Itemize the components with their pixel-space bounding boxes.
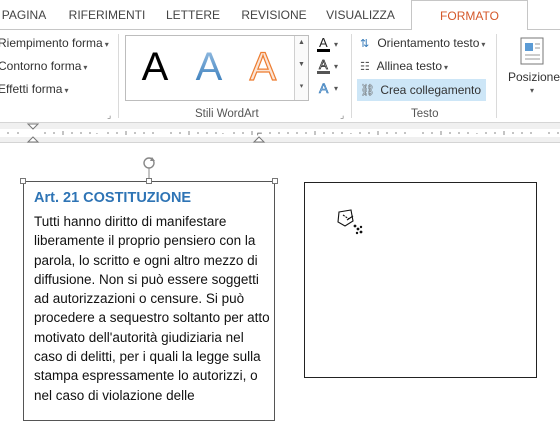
chevron-down-icon: ▾ bbox=[83, 63, 88, 72]
wordart-group-label: Stili WordArt bbox=[195, 108, 259, 120]
text-outline-icon: A ▾ bbox=[317, 57, 338, 74]
chevron-down-icon: ▾ bbox=[481, 40, 486, 49]
position-icon bbox=[520, 37, 544, 65]
svg-text:A: A bbox=[196, 45, 223, 89]
gallery-scrollbar[interactable]: ▲ ▼ ▾ bbox=[294, 36, 308, 100]
wordart-a-icon: A bbox=[142, 45, 169, 89]
svg-text:▾: ▾ bbox=[334, 84, 338, 93]
svg-text:⌐: ⌐ bbox=[257, 128, 262, 138]
svg-text:·: · bbox=[350, 129, 353, 138]
create-link-label: Crea collegamento bbox=[380, 83, 482, 97]
position-label: Posizione bbox=[508, 70, 560, 84]
group-separator bbox=[118, 34, 119, 118]
document-area[interactable]: Art. 21 COSTITUZIONE Tutti hanno diritto… bbox=[0, 143, 560, 421]
align-text-label: Allinea testo bbox=[376, 59, 443, 73]
scroll-up-icon[interactable]: ▲ bbox=[295, 39, 308, 46]
resize-handle[interactable] bbox=[146, 178, 152, 184]
wordart-a-icon: A bbox=[249, 44, 277, 89]
text-fill-icon: A ▾ bbox=[317, 35, 338, 52]
wordart-gallery[interactable]: A A A ▲ ▼ ▾ bbox=[125, 35, 309, 101]
text-box-body: Tutti hanno diritto di manifestare liber… bbox=[34, 214, 270, 403]
align-text-icon: ☷ bbox=[360, 61, 370, 73]
text-effects-button[interactable]: A ▾ bbox=[315, 79, 343, 104]
svg-text:A: A bbox=[250, 45, 277, 89]
text-group-label: Testo bbox=[411, 108, 439, 120]
shape-effects-label: Effetti forma bbox=[0, 82, 63, 96]
group-separator bbox=[496, 34, 497, 118]
align-text-button[interactable]: ☷ Allinea testo ▾ bbox=[360, 59, 448, 73]
horizontal-ruler[interactable]: · · · · ⌐ bbox=[0, 123, 560, 143]
gallery-more-icon[interactable]: ▾ bbox=[295, 82, 308, 90]
svg-text:▾: ▾ bbox=[334, 40, 338, 49]
svg-text:·: · bbox=[476, 129, 479, 138]
resize-handle[interactable] bbox=[20, 178, 26, 184]
shape-outline-label: Contorno forma bbox=[0, 59, 82, 73]
tab-pagina[interactable]: PAGINA bbox=[0, 0, 48, 29]
text-box-article[interactable]: Art. 21 COSTITUZIONE Tutti hanno diritto… bbox=[23, 181, 275, 421]
wordart-a-icon: A bbox=[196, 45, 223, 89]
link-cursor-icon bbox=[337, 209, 363, 235]
svg-text:▾: ▾ bbox=[334, 62, 338, 71]
create-link-button[interactable]: ⛓ Crea collegamento bbox=[357, 79, 486, 101]
text-box-title: Art. 21 COSTITUZIONE bbox=[34, 190, 192, 206]
shape-fill-label: Riempimento forma bbox=[0, 36, 103, 50]
svg-text:A: A bbox=[319, 80, 329, 96]
wordart-style-black[interactable]: A bbox=[140, 42, 170, 100]
text-direction-label: Orientamento testo bbox=[377, 36, 480, 50]
wordart-style-blue[interactable]: A bbox=[194, 42, 224, 100]
shape-effects-button[interactable]: Effetti forma ▾ bbox=[0, 82, 69, 96]
tab-riferimenti[interactable]: RIFERIMENTI bbox=[65, 0, 149, 29]
chevron-down-icon: ▾ bbox=[530, 86, 535, 95]
wordart-style-orange[interactable]: A bbox=[248, 42, 278, 100]
dialog-launcher-icon[interactable]: ⌟ bbox=[107, 110, 111, 121]
ruler-ticks: · · · · ⌐ bbox=[0, 123, 560, 143]
svg-text:A: A bbox=[142, 45, 169, 89]
text-box-empty[interactable] bbox=[304, 182, 537, 378]
chevron-down-icon: ▾ bbox=[104, 40, 109, 49]
text-effects-icon: A ▾ bbox=[319, 80, 338, 97]
link-icon: ⛓ bbox=[360, 83, 376, 97]
svg-text:·: · bbox=[222, 129, 225, 138]
ribbon: Riempimento forma ▾ Contorno forma ▾ Effet… bbox=[0, 29, 560, 123]
position-button[interactable]: Posizione ▾ bbox=[506, 34, 560, 104]
resize-handle[interactable] bbox=[272, 178, 278, 184]
tab-visualizza[interactable]: VISUALIZZA bbox=[323, 0, 398, 29]
scroll-down-icon[interactable]: ▼ bbox=[295, 61, 308, 68]
svg-text:·: · bbox=[96, 129, 99, 138]
tab-formato[interactable]: FORMATO bbox=[411, 0, 528, 30]
shape-fill-button[interactable]: Riempimento forma ▾ bbox=[0, 36, 109, 50]
group-separator bbox=[351, 34, 352, 118]
text-direction-icon: ⇅ bbox=[360, 38, 370, 50]
text-direction-button[interactable]: ⇅ Orientamento testo ▾ bbox=[360, 36, 485, 50]
shape-outline-button[interactable]: Contorno forma ▾ bbox=[0, 59, 87, 73]
svg-text:A: A bbox=[319, 35, 328, 50]
chevron-down-icon: ▾ bbox=[444, 63, 449, 72]
svg-text:A: A bbox=[319, 57, 328, 72]
dialog-launcher-icon[interactable]: ⌟ bbox=[340, 110, 344, 121]
tab-lettere[interactable]: LETTERE bbox=[163, 0, 223, 29]
ribbon-tabs: PAGINA RIFERIMENTI LETTERE REVISIONE VIS… bbox=[0, 0, 560, 30]
tab-revisione[interactable]: REVISIONE bbox=[238, 0, 310, 29]
chevron-down-icon: ▾ bbox=[64, 86, 69, 95]
